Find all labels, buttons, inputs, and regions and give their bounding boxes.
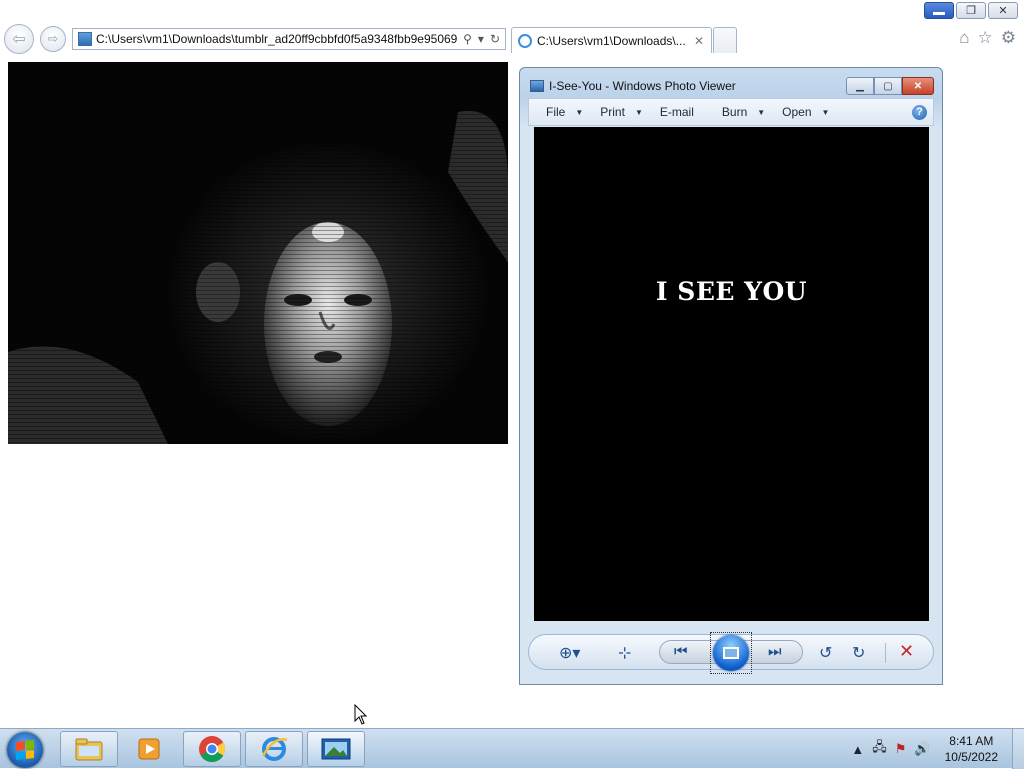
restore-icon: ❐: [966, 5, 976, 17]
tab-close-icon[interactable]: ✕: [692, 34, 706, 48]
zoom-icon[interactable]: ⊕▾: [559, 643, 580, 663]
menu-email[interactable]: E-mail: [660, 105, 694, 119]
taskbar-chrome[interactable]: [183, 731, 241, 767]
rotate-left-icon[interactable]: ↺: [819, 643, 832, 663]
dropdown-arrow-icon: ▼: [634, 107, 643, 117]
search-icon[interactable]: ⚲: [463, 32, 472, 46]
chrome-icon: [199, 736, 226, 763]
rotate-right-icon[interactable]: ↻: [852, 643, 865, 663]
taskbar-photo-viewer[interactable]: [307, 731, 365, 767]
back-arrow-icon: ⇦: [12, 31, 26, 48]
settings-gear-icon[interactable]: ⚙: [1001, 28, 1016, 48]
show-hidden-icons-icon[interactable]: ▲: [851, 742, 864, 757]
forward-arrow-icon: ⇨: [47, 31, 59, 46]
tab-label: C:\Users\vm1\Downloads\...: [537, 33, 686, 48]
help-icon[interactable]: ?: [912, 104, 927, 120]
photo-viewer-window-controls: ▁ ▢ ✕: [846, 77, 934, 95]
menu-print[interactable]: Print ▼: [600, 105, 643, 119]
dropdown-arrow-icon: ▼: [821, 107, 830, 117]
show-desktop-button[interactable]: [1012, 729, 1024, 769]
taskbar-internet-explorer[interactable]: [245, 731, 303, 767]
menu-email-label: E-mail: [659, 105, 694, 119]
actual-size-icon[interactable]: ⊹: [618, 643, 631, 663]
dropdown-arrow-icon: ▼: [757, 107, 766, 117]
system-tray: ▲ 🖧 ⚑ 🔊 8:41 AM 10/5/2022: [847, 729, 1024, 769]
system-clock[interactable]: 8:41 AM 10/5/2022: [945, 733, 998, 765]
dropdown-arrow-icon[interactable]: ▾: [478, 32, 484, 46]
back-button[interactable]: ⇦: [4, 24, 34, 54]
dropdown-arrow-icon: ▼: [575, 107, 584, 117]
favorites-star-icon[interactable]: ☆: [978, 28, 993, 48]
menu-open[interactable]: Open ▼: [782, 105, 829, 119]
photo-viewer-menubar: File ▼ Print ▼ E-mail Burn ▼ Open ▼ ?: [528, 98, 934, 126]
minimize-button[interactable]: [924, 2, 954, 19]
browser-right-tools: ⌂ ☆ ⚙: [959, 28, 1016, 48]
media-player-icon: [138, 738, 160, 760]
previous-icon[interactable]: ⏮: [674, 643, 688, 660]
photo-viewer-icon: [530, 80, 544, 92]
close-icon: ✕: [998, 5, 1008, 17]
file-explorer-icon: [75, 738, 103, 761]
home-icon[interactable]: ⌂: [959, 28, 969, 48]
next-icon[interactable]: ⏭: [768, 643, 782, 660]
menu-burn-label: Burn: [721, 105, 748, 119]
doll-face-photo: [8, 62, 508, 444]
forward-button[interactable]: ⇨: [40, 26, 66, 52]
separator: [885, 643, 886, 663]
page-favicon-icon: [78, 32, 92, 46]
new-tab-button[interactable]: [713, 27, 737, 53]
photo-viewer-titlebar: I-See-You - Windows Photo Viewer: [530, 79, 736, 93]
address-url[interactable]: C:\Users\vm1\Downloads\tumblr_ad20ff9cbb…: [96, 32, 458, 46]
slideshow-icon: [713, 635, 749, 671]
photo-viewer-icon: [321, 738, 351, 760]
menu-print-label: Print: [600, 105, 625, 119]
pv-maximize-button[interactable]: ▢: [874, 77, 902, 95]
menu-file[interactable]: File ▼: [546, 105, 583, 119]
pv-close-button[interactable]: ✕: [902, 77, 934, 95]
network-icon[interactable]: 🖧: [872, 738, 887, 760]
photo-viewer-title: I-See-You - Windows Photo Viewer: [549, 79, 736, 93]
start-button[interactable]: [7, 732, 43, 768]
photo-viewer-image: I SEE YOU: [534, 127, 929, 621]
clock-date: 10/5/2022: [944, 750, 998, 764]
slideshow-button[interactable]: [710, 632, 752, 674]
taskbar-media-player[interactable]: [120, 731, 178, 767]
mouse-cursor-icon: [354, 703, 368, 729]
volume-icon[interactable]: 🔊: [914, 741, 930, 757]
browser-toolbar: ❐ ✕ ⇦ ⇨ C:\Users\vm1\Downloads\tumblr_ad…: [0, 0, 1024, 56]
close-icon: ✕: [913, 80, 923, 92]
photo-viewer-window: I-See-You - Windows Photo Viewer ▁ ▢ ✕ F…: [519, 67, 943, 685]
ie-tab-icon: [518, 33, 532, 48]
minimize-icon: ▁: [856, 80, 864, 92]
menu-burn[interactable]: Burn ▼: [722, 105, 765, 119]
clock-time: 8:41 AM: [949, 734, 994, 748]
browser-window-controls: ❐ ✕: [924, 2, 1018, 20]
pv-minimize-button[interactable]: ▁: [846, 77, 874, 95]
close-button[interactable]: ✕: [988, 2, 1018, 19]
image-caption: I SEE YOU: [655, 277, 808, 306]
photo-viewer-controls: ⊕▾ ⊹ ⏮ ⏭ ↺ ↻ ✕: [528, 632, 934, 674]
minimize-icon: [933, 11, 945, 15]
restore-button[interactable]: ❐: [956, 2, 986, 19]
menu-file-label: File: [546, 105, 566, 119]
maximize-icon: ▢: [883, 80, 893, 92]
refresh-icon[interactable]: ↻: [490, 32, 500, 46]
address-bar[interactable]: C:\Users\vm1\Downloads\tumblr_ad20ff9cbb…: [72, 28, 506, 50]
taskbar: ▲ 🖧 ⚑ 🔊 8:41 AM 10/5/2022: [0, 728, 1024, 769]
delete-icon[interactable]: ✕: [899, 641, 914, 662]
tab-active[interactable]: C:\Users\vm1\Downloads\... ✕: [511, 27, 712, 53]
internet-explorer-icon: [261, 737, 288, 761]
menu-open-label: Open: [782, 105, 812, 119]
windows-logo-icon: [16, 740, 34, 760]
taskbar-explorer[interactable]: [60, 731, 118, 767]
doll-photo-drawing: [8, 62, 508, 444]
action-center-flag-icon[interactable]: ⚑: [895, 741, 907, 757]
